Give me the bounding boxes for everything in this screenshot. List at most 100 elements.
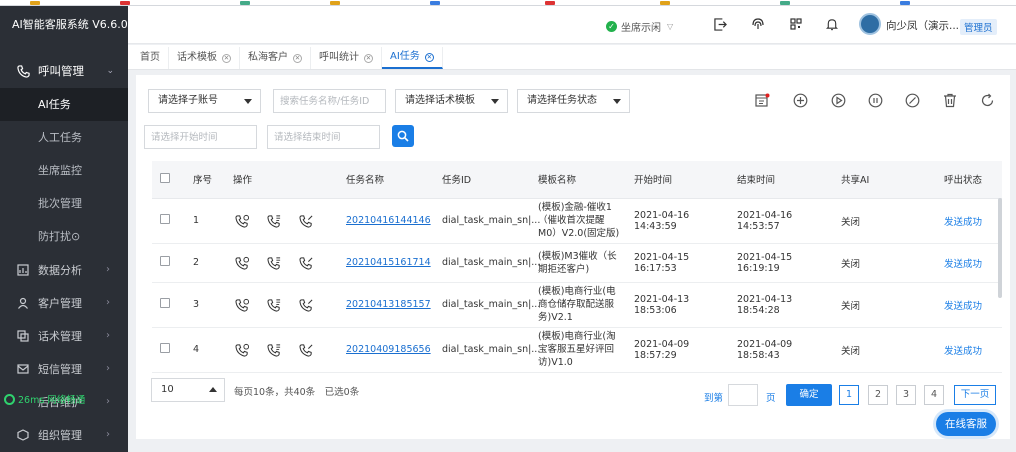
task-name-link[interactable]: 20210416144146 (346, 215, 431, 226)
chevron-right-icon: › (106, 330, 110, 341)
call-config-icon[interactable] (265, 297, 283, 313)
column-header: 任务名称 (339, 161, 435, 199)
sidebar-item-batch-management[interactable]: 批次管理 (0, 187, 128, 220)
close-icon[interactable]: ✕ (364, 53, 373, 63)
caret-down-icon (491, 99, 499, 104)
task-search-input[interactable] (273, 89, 386, 113)
tab-label: AI任务 (390, 51, 420, 62)
page-button-3[interactable]: 3 (896, 385, 916, 405)
sidebar-group-call-management[interactable]: 呼叫管理 ⌄ (0, 54, 128, 88)
next-page-button[interactable]: 下一页 (954, 385, 996, 405)
qrcode-icon[interactable] (788, 16, 804, 32)
username[interactable]: 向少凤（演示... (886, 18, 959, 33)
delete-icon[interactable] (942, 92, 958, 108)
search-icon (397, 130, 409, 142)
end-time-cell: 2021-04-13 18:54:28 (730, 282, 834, 328)
seat-status-dropdown[interactable]: ✓ 坐席示闲 ▽ (606, 16, 673, 36)
avatar[interactable] (859, 13, 881, 35)
play-circle-icon[interactable] (830, 92, 846, 108)
close-icon[interactable]: ✕ (293, 53, 302, 63)
row-checkbox[interactable] (160, 214, 170, 224)
column-header: 开始时间 (627, 161, 730, 199)
bell-icon[interactable] (824, 16, 840, 32)
call-detail-icon[interactable] (233, 213, 251, 229)
call-detail-icon[interactable] (233, 297, 251, 313)
select-all-checkbox[interactable] (160, 172, 170, 183)
call-config-icon[interactable] (265, 213, 283, 229)
sidebar-item-sms-management[interactable]: 短信管理 › (0, 352, 128, 385)
tab-call-stats[interactable]: 呼叫统计 ✕ (311, 47, 382, 69)
sidebar-item-ai-task[interactable]: AI任务 (0, 88, 128, 121)
chevron-right-icon: › (106, 396, 110, 407)
end-time-cell: 2021-04-09 18:58:43 (730, 327, 834, 373)
table-scrollbar[interactable] (998, 198, 1002, 298)
call-edit-icon[interactable] (297, 342, 315, 358)
online-customer-service-button[interactable]: 在线客服 (936, 412, 996, 436)
row-checkbox[interactable] (160, 343, 170, 353)
call-status-link[interactable]: 发送成功 (944, 346, 982, 357)
row-checkbox[interactable] (160, 256, 170, 266)
sidebar-item-data-analysis[interactable]: 数据分析 › (0, 253, 128, 286)
task-status-select[interactable]: 请选择任务状态 (517, 89, 630, 113)
refresh-icon[interactable] (979, 92, 995, 108)
tab-home[interactable]: 首页 (132, 47, 169, 69)
sub-account-select[interactable]: 请选择子账号 (148, 89, 261, 113)
call-config-icon[interactable] (265, 342, 283, 358)
schedule-icon[interactable] (754, 92, 770, 108)
task-id-cell: dial_task_main_sn|... (435, 327, 540, 373)
task-name-link[interactable]: 20210409185656 (346, 344, 431, 355)
chevron-right-icon: › (106, 297, 110, 308)
start-time-cell: 2021-04-09 18:57:29 (627, 327, 730, 373)
goto-page-input[interactable] (728, 384, 758, 406)
call-status-link[interactable]: 发送成功 (944, 301, 982, 312)
call-edit-icon[interactable] (297, 213, 315, 229)
close-icon[interactable]: ✕ (222, 53, 231, 63)
sidebar-item-label: 话术管理 (38, 329, 82, 343)
template-select[interactable]: 请选择话术模板 (395, 89, 508, 113)
task-name-link[interactable]: 20210413185157 (346, 299, 431, 310)
table-row: 3 20210413185157 dial_task_main_sn|... (… (152, 282, 1002, 328)
call-edit-icon[interactable] (297, 255, 315, 271)
chart-icon (16, 263, 30, 277)
call-edit-icon[interactable] (297, 297, 315, 313)
column-header: 结束时间 (730, 161, 834, 199)
column-header: 共享AI (834, 161, 937, 199)
page-button-1[interactable]: 1 (839, 385, 859, 405)
call-config-icon[interactable] (265, 255, 283, 271)
call-status-link[interactable]: 发送成功 (944, 217, 982, 228)
start-time-input[interactable] (144, 125, 257, 149)
sidebar-item-org-management[interactable]: 组织管理 › (0, 418, 128, 451)
fingerprint-icon[interactable] (750, 16, 766, 32)
column-header: 呼出状态 (937, 161, 1002, 199)
pause-circle-icon[interactable] (867, 92, 883, 108)
end-time-input[interactable] (267, 125, 380, 149)
search-button[interactable] (392, 125, 414, 147)
close-icon[interactable]: ✕ (424, 52, 434, 62)
sidebar-item-script-management[interactable]: 话术管理 › (0, 319, 128, 352)
page-size-select[interactable]: 10 (151, 378, 225, 402)
call-detail-icon[interactable] (233, 255, 251, 271)
task-name-link[interactable]: 20210415161714 (346, 257, 431, 268)
call-status-link[interactable]: 发送成功 (944, 259, 982, 270)
tab-ai-task[interactable]: AI任务 ✕ (382, 47, 443, 69)
page-button-2[interactable]: 2 (868, 385, 888, 405)
column-header: 任务ID (435, 161, 531, 199)
check-circle-icon: ✓ (606, 20, 617, 32)
add-circle-icon[interactable] (792, 92, 808, 108)
sidebar-item-seat-monitor[interactable]: 坐席监控 (0, 154, 128, 187)
sidebar-item-customer-management[interactable]: 客户管理 › (0, 286, 128, 319)
tab-script-template[interactable]: 话术模板 ✕ (169, 47, 240, 69)
role-badge: 管理员 (960, 19, 997, 35)
goto-confirm-button[interactable]: 确定 (786, 384, 832, 406)
top-header: ✓ 坐席示闲 ▽ 向少凤（演示... 管理员 (128, 6, 1016, 44)
call-detail-icon[interactable] (233, 342, 251, 358)
tab-label: 呼叫统计 (319, 52, 359, 63)
sidebar-item-manual-task[interactable]: 人工任务 (0, 121, 128, 154)
tab-private-customers[interactable]: 私海客户 ✕ (240, 47, 311, 69)
row-checkbox[interactable] (160, 298, 170, 308)
page-button-4[interactable]: 4 (924, 385, 944, 405)
start-time-cell: 2021-04-13 18:53:06 (627, 282, 730, 328)
stop-circle-icon[interactable] (904, 92, 920, 108)
exit-icon[interactable] (712, 16, 728, 32)
sidebar-item-do-not-disturb[interactable]: 防打扰⊙ (0, 220, 128, 253)
